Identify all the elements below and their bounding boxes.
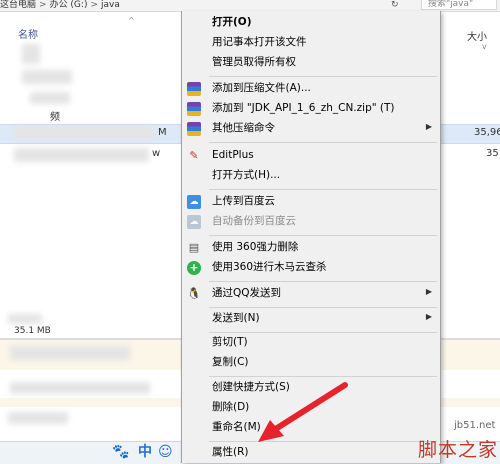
file-name-fragment: 频 [50,112,60,123]
blurred-detail [8,412,68,424]
refresh-icon[interactable]: ↻ [391,0,399,10]
winrar-icon [187,82,201,96]
breadcrumb-segment-folder[interactable]: java [101,0,120,10]
smile-icon[interactable]: ☺ [158,444,173,460]
sort-caret-icon: ^ [128,16,135,25]
menu-item-cut[interactable]: 剪切(T) [182,333,440,353]
menu-item-label: 打开方式(H)... [212,169,281,181]
menu-separator [209,235,437,236]
menu-separator [209,307,437,308]
file-name-fragment: w [152,148,161,159]
menu-item-label: 上传到百度云 [212,195,275,207]
shredder-icon: ▤ [188,241,200,254]
menu-item-label: 通过QQ发送到 [212,287,282,299]
blurred-file-name [22,70,72,84]
menu-separator [209,376,437,377]
menu-item-auto-backup-baidu: ☁ 自动备份到百度云 [182,212,440,232]
paw-icon[interactable]: 🐾 [112,444,129,460]
annotation-arrow-icon [258,382,348,442]
menu-item-upload-baidu[interactable]: ☁ 上传到百度云 [182,192,440,212]
winrar-icon [187,122,201,136]
status-selected-size: 35.1 MB [14,326,51,336]
file-size-cell: 35,96 [474,127,500,138]
menu-separator [209,76,437,77]
menu-separator [209,142,437,143]
blurred-file-icon [22,44,40,64]
baidu-cloud-icon: ☁ [187,215,201,229]
chevron-down-icon[interactable]: v [482,42,487,51]
winrar-icon [187,102,201,116]
menu-item-open-with[interactable]: 打开方式(H)... [182,166,440,186]
menu-item-editplus[interactable]: ✎ EditPlus [182,146,440,166]
menu-item-label: 用记事本打开该文件 [212,36,307,48]
breadcrumb[interactable]: 这台电脑 > 办公 (G:) > java [0,0,120,10]
editplus-icon: ✎ [189,149,199,162]
menu-item-send-via-qq[interactable]: 🐧 通过QQ发送到 ▶ [182,284,440,304]
menu-item-take-ownership[interactable]: 管理员取得所有权 [182,53,440,73]
menu-item-label: 添加到 "JDK_API_1_6_zh_CN.zip" (T) [212,102,395,114]
menu-item-open-with-notepad[interactable]: 用记事本打开该文件 [182,33,440,53]
menu-separator [209,281,437,282]
menu-item-label: 使用 360强力删除 [212,241,299,253]
blurred-file-name [30,92,70,104]
file-name-fragment: M [158,127,167,138]
menu-item-copy[interactable]: 复制(C) [182,353,440,373]
blurred-file-name [8,314,42,324]
menu-item-open[interactable]: 打开(O) [182,13,440,33]
blurred-file-name [14,126,154,140]
watermark-logo: 脚本之家 [418,439,499,461]
menu-item-label: 自动备份到百度云 [212,215,296,227]
menu-item-label: 其他压缩命令 [212,122,275,134]
submenu-arrow-icon: ▶ [425,287,432,296]
menu-item-label: 管理员取得所有权 [212,56,296,68]
breadcrumb-segment-pc[interactable]: 这台电脑 [0,0,36,10]
breadcrumb-separator: > [90,0,98,10]
column-header-name[interactable]: 名称 [18,26,38,41]
menu-item-send-to[interactable]: 发送到(N) ▶ [182,309,440,329]
menu-item-label: 发送到(N) [212,312,260,324]
menu-item-label: 复制(C) [212,356,249,368]
menu-item-add-to-zip[interactable]: 添加到 "JDK_API_1_6_zh_CN.zip" (T) [182,99,440,119]
menu-item-360-shred[interactable]: ▤ 使用 360强力删除 [182,238,440,258]
menu-item-other-compress[interactable]: 其他压缩命令 ▶ [182,119,440,139]
column-header-size[interactable]: 大小 [467,28,487,43]
baidu-cloud-icon: ☁ [187,195,201,209]
menu-item-add-to-archive[interactable]: 添加到压缩文件(A)... [182,79,440,99]
menu-item-label: 打开(O) [212,16,252,28]
menu-item-label: 剪切(T) [212,336,248,348]
menu-item-label: EditPlus [212,149,254,161]
watermark-site: jb51.net [454,420,496,431]
360-icon: + [187,261,201,275]
breadcrumb-segment-drive[interactable]: 办公 (G:) [50,0,88,10]
qq-icon: 🐧 [187,287,201,300]
blurred-detail [10,346,130,360]
ime-indicator[interactable]: 中 [138,444,152,460]
search-input[interactable]: 搜索"java" [421,0,497,10]
menu-item-label: 添加到压缩文件(A)... [212,82,311,94]
file-size-cell: 35 [486,148,499,159]
breadcrumb-separator: > [39,0,47,10]
menu-item-360-trojan-scan[interactable]: + 使用360进行木马云查杀 [182,258,440,278]
menu-item-label: 使用360进行木马云查杀 [212,261,327,273]
submenu-arrow-icon: ▶ [425,312,432,321]
blurred-file-name [14,148,149,162]
menu-separator [209,189,437,190]
submenu-arrow-icon: ▶ [425,122,432,131]
blurred-detail [10,382,150,394]
